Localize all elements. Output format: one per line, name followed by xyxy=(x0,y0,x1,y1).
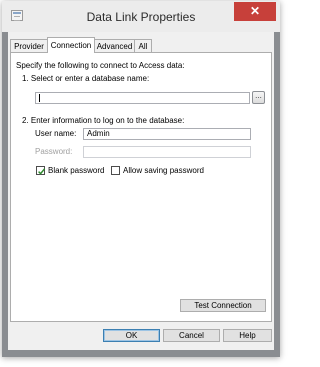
test-connection-button[interactable]: Test Connection xyxy=(180,299,266,312)
text-caret xyxy=(39,93,40,102)
tab-advanced[interactable]: Advanced xyxy=(94,39,135,52)
dialog-window: Data Link Properties ✕ Provider Connecti… xyxy=(2,1,280,357)
blank-password-checkbox[interactable] xyxy=(36,166,46,175)
tab-connection[interactable]: Connection xyxy=(47,37,95,53)
intro-text: Specify the following to connect to Acce… xyxy=(16,61,185,70)
tab-provider[interactable]: Provider xyxy=(10,39,48,52)
close-button[interactable]: ✕ xyxy=(234,2,276,21)
database-name-input[interactable] xyxy=(35,92,250,104)
allow-saving-password-checkbox[interactable] xyxy=(111,166,120,175)
connection-panel: Specify the following to connect to Acce… xyxy=(10,52,272,322)
title-bar[interactable]: Data Link Properties ✕ xyxy=(2,1,280,32)
blank-password-label[interactable]: Blank password xyxy=(48,166,104,176)
dialog-client-area: Provider Connection Advanced All Specify… xyxy=(8,32,274,350)
password-input[interactable] xyxy=(83,146,251,158)
password-label: Password: xyxy=(35,147,73,156)
username-label: User name: xyxy=(35,129,77,138)
help-button[interactable]: Help xyxy=(223,329,272,342)
tab-all[interactable]: All xyxy=(134,39,152,52)
cancel-button[interactable]: Cancel xyxy=(163,329,220,342)
step2-label: 2. Enter information to log on to the da… xyxy=(22,116,185,125)
allow-saving-password-label[interactable]: Allow saving password xyxy=(123,166,204,176)
ok-button[interactable]: OK xyxy=(103,329,160,342)
check-mark-icon xyxy=(38,168,46,175)
step1-label: 1. Select or enter a database name: xyxy=(22,74,150,83)
browse-button[interactable]: ... xyxy=(252,91,265,104)
username-input[interactable]: Admin xyxy=(83,128,251,140)
